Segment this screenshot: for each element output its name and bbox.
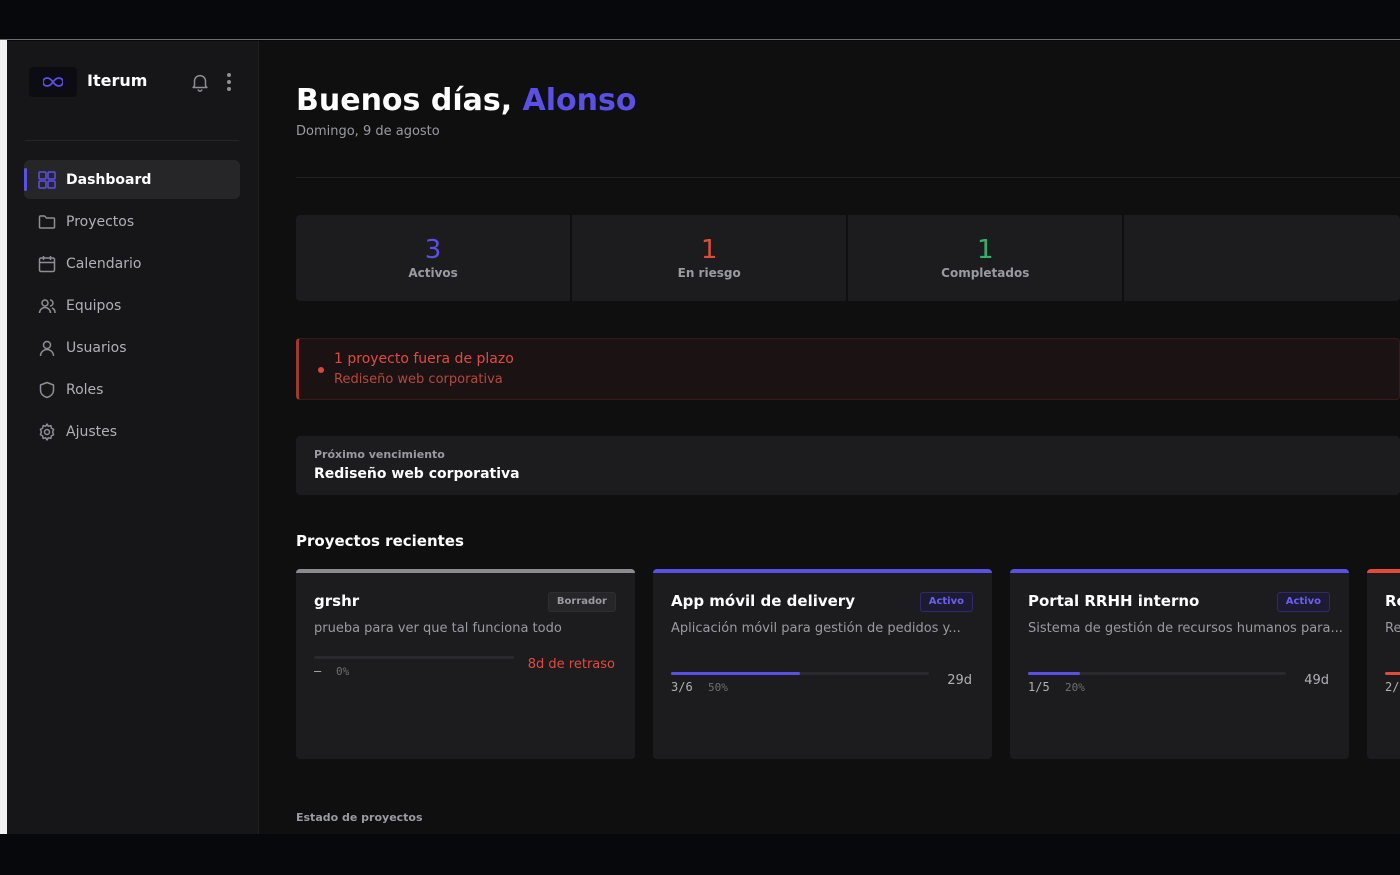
sidebar-nav: Dashboard Proyectos Calendario Equipos U…: [24, 160, 240, 454]
alert-subtitle: Rediseño web corporativa: [334, 372, 503, 387]
app-window: Iterum Dashboard Proyectos Calendario Eq…: [7, 41, 1400, 834]
progress-count: 3/6: [671, 680, 693, 694]
app-name: Iterum: [87, 71, 148, 90]
days-remaining: 29d: [947, 673, 972, 688]
sidebar-item-label: Dashboard: [66, 171, 152, 188]
page-title: Buenos días, Alonso: [296, 83, 636, 118]
window-top-bar: [0, 0, 1400, 40]
greeting-text: Buenos días,: [296, 83, 513, 118]
calendar-icon: [38, 255, 56, 273]
sidebar-item-label: Ajustes: [66, 423, 118, 440]
sidebar-item-equipos[interactable]: Equipos: [24, 286, 240, 325]
window-bottom-bar: [0, 834, 1400, 875]
sidebar-item-label: Usuarios: [66, 339, 127, 356]
project-card-portal-rrhh[interactable]: Portal RRHH interno Activo Sistema de ge…: [1010, 569, 1349, 759]
sidebar-item-dashboard[interactable]: Dashboard: [24, 160, 240, 199]
progress-track: [1385, 672, 1400, 675]
progress-fill: [1385, 672, 1400, 675]
next-due-panel[interactable]: Próximo vencimiento Rediseño web corpora…: [296, 436, 1400, 495]
brand: Iterum: [29, 67, 239, 97]
progress-percent: 50%: [708, 681, 728, 694]
progress-track: [671, 672, 929, 675]
project-description: prueba para ver que tal funciona todo: [314, 621, 562, 636]
user-icon: [38, 339, 56, 357]
project-title: Portal RRHH interno: [1028, 592, 1200, 610]
sidebar-item-ajustes[interactable]: Ajustes: [24, 412, 240, 451]
project-card-grshr[interactable]: grshr Borrador prueba para ver que tal f…: [296, 569, 635, 759]
gear-icon: [38, 422, 56, 441]
recent-projects: grshr Borrador prueba para ver que tal f…: [296, 569, 1400, 759]
sidebar-item-roles[interactable]: Roles: [24, 370, 240, 409]
users-icon: [38, 297, 56, 315]
shield-icon: [38, 381, 56, 399]
stat-partial: [1124, 215, 1400, 301]
overdue-alert[interactable]: 1 proyecto fuera de plazo Rediseño web c…: [296, 338, 1400, 400]
days-remaining: 49d: [1304, 673, 1329, 688]
project-card-app-delivery[interactable]: App móvil de delivery Activo Aplicación …: [653, 569, 992, 759]
progress-count: 2/: [1385, 680, 1400, 694]
sidebar-divider: [25, 140, 239, 141]
sidebar-item-label: Proyectos: [66, 213, 135, 230]
stat-value: 1: [700, 235, 718, 265]
sidebar-item-usuarios[interactable]: Usuarios: [24, 328, 240, 367]
window-left-edge: [0, 40, 7, 834]
status-badge: Activo: [1276, 592, 1330, 612]
progress-count: –: [314, 664, 322, 678]
project-title: grshr: [314, 592, 360, 610]
alert-title: 1 proyecto fuera de plazo: [334, 351, 514, 367]
progress-fill: [1028, 672, 1080, 675]
project-title: Re: [1385, 592, 1400, 610]
stat-value: 1: [977, 235, 994, 265]
project-description: Re: [1385, 621, 1400, 636]
progress-track: [1028, 672, 1286, 675]
card-accent-bar: [653, 569, 992, 573]
folder-icon: [38, 213, 56, 231]
status-badge: Borrador: [547, 592, 616, 612]
stat-value: 3: [424, 235, 442, 265]
recent-projects-title: Proyectos recientes: [296, 532, 464, 550]
card-accent-bar: [1367, 569, 1400, 573]
stat-completed[interactable]: 1 Completados: [848, 215, 1125, 301]
header-divider: [296, 177, 1400, 178]
project-description: Aplicación móvil para gestión de pedidos…: [671, 621, 961, 636]
stat-label: En riesgo: [677, 266, 741, 280]
user-name: Alonso: [522, 83, 637, 118]
project-title: App móvil de delivery: [671, 592, 855, 610]
status-badge: Activo: [919, 592, 973, 612]
alert-dot-icon: [318, 367, 324, 373]
sidebar-item-label: Calendario: [66, 255, 142, 272]
grid-icon: [38, 170, 56, 189]
card-accent-bar: [296, 569, 635, 573]
sidebar-item-label: Roles: [66, 381, 104, 398]
project-card-partial[interactable]: Re Re 2/: [1367, 569, 1400, 759]
stat-label: Completados: [941, 266, 1030, 280]
progress-percent: 0%: [336, 665, 350, 678]
stats-bar: 3 Activos 1 En riesgo 1 Completados: [296, 215, 1400, 301]
infinity-logo-icon[interactable]: [29, 67, 77, 97]
stat-active[interactable]: 3 Activos: [296, 215, 573, 301]
project-status-title: Estado de proyectos: [296, 811, 423, 824]
project-description: Sistema de gestión de recursos humanos p…: [1028, 621, 1343, 636]
bell-icon[interactable]: [189, 71, 211, 93]
next-due-label: Próximo vencimiento: [314, 448, 445, 461]
stat-label: Activos: [408, 266, 458, 280]
sidebar-item-label: Equipos: [66, 297, 122, 314]
next-due-value: Rediseño web corporativa: [314, 466, 520, 482]
current-date: Domingo, 9 de agosto: [296, 124, 440, 139]
sidebar-item-proyectos[interactable]: Proyectos: [24, 202, 240, 241]
stat-at-risk[interactable]: 1 En riesgo: [572, 215, 849, 301]
sidebar: Iterum Dashboard Proyectos Calendario Eq…: [7, 41, 259, 834]
more-vertical-icon[interactable]: [221, 71, 237, 93]
progress-fill: [671, 672, 800, 675]
sidebar-item-calendario[interactable]: Calendario: [24, 244, 240, 283]
progress-track: [314, 656, 514, 659]
progress-percent: 20%: [1065, 681, 1085, 694]
progress-count: 1/5: [1028, 680, 1050, 694]
card-accent-bar: [1010, 569, 1349, 573]
overdue-text: 8d de retraso: [527, 657, 615, 672]
